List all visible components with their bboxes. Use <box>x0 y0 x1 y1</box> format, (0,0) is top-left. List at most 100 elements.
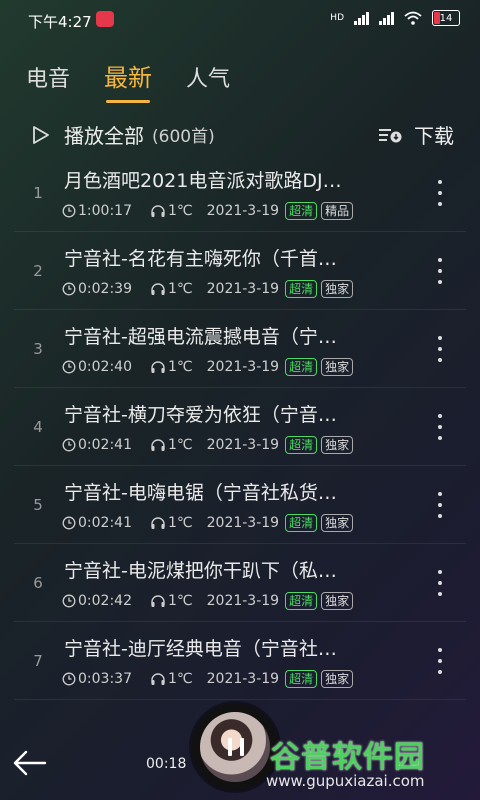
song-duration: 0:03:37 <box>78 671 132 687</box>
download-button[interactable]: 下载 <box>378 120 454 149</box>
download-list-icon <box>379 128 402 142</box>
quality-badge: 超清 <box>285 592 318 610</box>
song-date: 2021-3-19 <box>206 515 280 531</box>
headphones-icon <box>151 283 165 295</box>
song-plays: 1℃ <box>167 437 193 453</box>
song-title: 宁音社-超强电流震撼电音（宁… <box>64 326 337 348</box>
category-tabs: 电音 最新 人气 <box>26 58 264 103</box>
song-meta: 0:02:39 1℃ 2021-3-19 超清 独家 <box>62 280 354 298</box>
quality-badge: 超清 <box>285 280 318 298</box>
list-item[interactable]: 1 月色酒吧2021电音派对歌路DJ… 1:00:17 1℃ 2021-3-19… <box>0 154 480 232</box>
headphones-icon <box>151 205 165 217</box>
tab-latest[interactable]: 最新 <box>104 58 152 103</box>
song-index: 7 <box>33 652 43 670</box>
mini-player: 00:18 谷普软件园 www.gupuxiazai.com <box>0 704 480 800</box>
song-duration: 0:02:42 <box>78 593 132 609</box>
list-item[interactable]: 6 宁音社-电泥煤把你干趴下（私… 0:02:42 1℃ 2021-3-19 超… <box>0 544 480 622</box>
clock-icon <box>62 282 76 296</box>
headphones-icon <box>151 673 165 685</box>
tag-badge: 独家 <box>321 436 354 454</box>
clock-icon <box>62 594 76 608</box>
song-index: 6 <box>33 574 43 592</box>
quality-badge: 超清 <box>285 670 318 688</box>
pause-icon[interactable] <box>228 738 244 756</box>
playback-time: 00:18 <box>146 756 187 772</box>
list-item[interactable]: 2 宁音社-名花有主嗨死你（千首… 0:02:39 1℃ 2021-3-19 超… <box>0 232 480 310</box>
notification-app-icon <box>96 11 114 27</box>
song-index: 3 <box>33 340 43 358</box>
more-options-icon[interactable] <box>434 256 446 286</box>
wifi-icon <box>404 11 422 25</box>
more-options-icon[interactable] <box>434 490 446 520</box>
tag-badge: 独家 <box>321 358 354 376</box>
status-bar: 下午4:27 HD 14 <box>0 0 480 40</box>
battery-icon: 14 <box>432 10 460 26</box>
song-date: 2021-3-19 <box>206 203 280 219</box>
song-date: 2021-3-19 <box>206 359 280 375</box>
signal-icon <box>354 11 369 25</box>
clock-icon <box>62 672 76 686</box>
song-count: (600首) <box>152 127 215 147</box>
watermark-url: www.gupuxiazai.com <box>266 772 425 790</box>
song-index: 2 <box>33 262 43 280</box>
song-title: 宁音社-横刀夺爱为依狂（宁音… <box>64 404 337 426</box>
tag-badge: 独家 <box>321 670 354 688</box>
play-icon <box>33 125 49 144</box>
list-toolbar: 播放全部 (600首) 下载 <box>0 110 480 154</box>
song-date: 2021-3-19 <box>206 437 280 453</box>
tag-badge: 独家 <box>321 514 354 532</box>
song-meta: 1:00:17 1℃ 2021-3-19 超清 精品 <box>62 202 354 220</box>
song-index: 4 <box>33 418 43 436</box>
song-meta: 0:02:41 1℃ 2021-3-19 超清 独家 <box>62 514 354 532</box>
tab-popular[interactable]: 人气 <box>186 61 230 93</box>
quality-badge: 超清 <box>285 202 318 220</box>
song-duration: 0:02:41 <box>78 515 132 531</box>
status-time: 下午4:27 <box>28 13 92 31</box>
song-meta: 0:02:42 1℃ 2021-3-19 超清 独家 <box>62 592 354 610</box>
list-item[interactable]: 3 宁音社-超强电流震撼电音（宁… 0:02:40 1℃ 2021-3-19 超… <box>0 310 480 388</box>
quality-badge: 超清 <box>285 514 318 532</box>
list-item[interactable]: 4 宁音社-横刀夺爱为依狂（宁音… 0:02:41 1℃ 2021-3-19 超… <box>0 388 480 466</box>
headphones-icon <box>151 517 165 529</box>
song-date: 2021-3-19 <box>206 281 280 297</box>
song-date: 2021-3-19 <box>206 593 280 609</box>
more-options-icon[interactable] <box>434 412 446 442</box>
song-plays: 1℃ <box>167 281 193 297</box>
song-plays: 1℃ <box>167 359 193 375</box>
more-options-icon[interactable] <box>434 178 446 208</box>
clock-icon <box>62 204 76 218</box>
song-title: 宁音社-电嗨电锯（宁音社私货… <box>64 482 337 504</box>
tab-electronic[interactable]: 电音 <box>26 61 70 93</box>
song-duration: 1:00:17 <box>78 203 132 219</box>
more-options-icon[interactable] <box>434 646 446 676</box>
clock-icon <box>62 438 76 452</box>
more-options-icon[interactable] <box>434 334 446 364</box>
download-label: 下载 <box>414 124 454 148</box>
song-plays: 1℃ <box>167 593 193 609</box>
status-indicators: HD 14 <box>330 10 460 26</box>
song-date: 2021-3-19 <box>206 671 280 687</box>
song-index: 5 <box>33 496 43 514</box>
headphones-icon <box>151 439 165 451</box>
song-plays: 1℃ <box>167 203 193 219</box>
song-plays: 1℃ <box>167 515 193 531</box>
more-options-icon[interactable] <box>434 568 446 598</box>
song-meta: 0:02:40 1℃ 2021-3-19 超清 独家 <box>62 358 354 376</box>
list-item[interactable]: 5 宁音社-电嗨电锯（宁音社私货… 0:02:41 1℃ 2021-3-19 超… <box>0 466 480 544</box>
list-item[interactable]: 7 宁音社-迪厅经典电音（宁音社… 0:03:37 1℃ 2021-3-19 超… <box>0 622 480 700</box>
song-title: 宁音社-名花有主嗨死你（千首… <box>64 248 337 270</box>
song-list: 1 月色酒吧2021电音派对歌路DJ… 1:00:17 1℃ 2021-3-19… <box>0 154 480 700</box>
song-meta: 0:03:37 1℃ 2021-3-19 超清 独家 <box>62 670 354 688</box>
signal-icon-2 <box>379 11 394 25</box>
song-meta: 0:02:41 1℃ 2021-3-19 超清 独家 <box>62 436 354 454</box>
song-plays: 1℃ <box>167 671 193 687</box>
quality-badge: 超清 <box>285 358 318 376</box>
tag-badge: 独家 <box>321 280 354 298</box>
back-arrow-icon[interactable] <box>12 748 48 778</box>
clock-icon <box>62 360 76 374</box>
play-all-button[interactable]: 播放全部 (600首) <box>32 120 215 149</box>
watermark: 谷普软件园 www.gupuxiazai.com <box>262 732 476 794</box>
battery-level: 14 <box>439 12 453 24</box>
watermark-title: 谷普软件园 <box>270 740 425 775</box>
headphones-icon <box>151 595 165 607</box>
